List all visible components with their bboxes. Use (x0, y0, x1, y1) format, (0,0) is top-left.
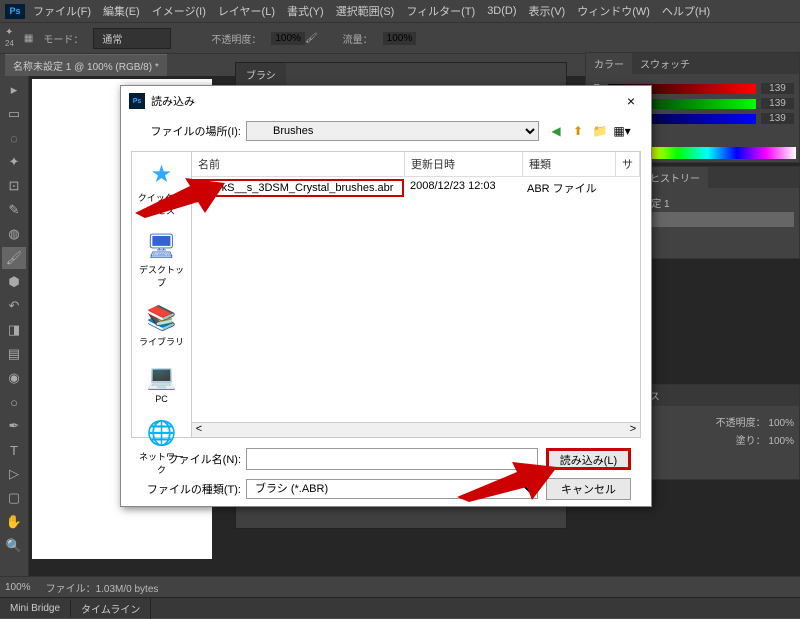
menu-bar: Ps ファイル(F) 編集(E) イメージ(I) レイヤー(L) 書式(Y) 選… (0, 0, 800, 22)
marquee-tool[interactable]: ▭ (2, 103, 26, 125)
dialog-title: 読み込み (151, 93, 195, 109)
menu-help[interactable]: ヘルプ(H) (662, 3, 710, 19)
hand-tool[interactable]: ✋ (2, 511, 26, 533)
load-button[interactable]: 読み込み(L) (546, 448, 631, 470)
zoom-tool[interactable]: 🔍 (2, 535, 26, 557)
r-value[interactable]: 139 (761, 83, 794, 94)
col-name[interactable]: 名前 (192, 152, 405, 176)
brush-preset-icon[interactable]: ✦24 (5, 27, 14, 49)
eyedropper-tool[interactable]: ✎ (2, 199, 26, 221)
view-menu-icon[interactable]: ▦▾ (613, 122, 631, 140)
opacity-label: 不透明度： (211, 31, 261, 46)
col-type[interactable]: 種類 (523, 152, 616, 176)
bottom-panel-tabs: Mini Bridge タイムライン (0, 597, 800, 618)
col-size[interactable]: サ (616, 152, 640, 176)
brush-icon[interactable]: 🖌 (305, 33, 318, 44)
annotation-arrow-1 (135, 178, 225, 218)
menu-image[interactable]: イメージ(I) (152, 3, 206, 19)
pen-tool[interactable]: ✒ (2, 415, 26, 437)
wand-tool[interactable]: ✦ (2, 151, 26, 173)
col-date[interactable]: 更新日時 (405, 152, 523, 176)
location-dropdown[interactable]: Brushes (246, 121, 539, 141)
history-brush-tool[interactable]: ↶ (2, 295, 26, 317)
file-date: 2008/12/23 12:03 (404, 179, 521, 197)
options-bar: ✦24 ▦ モード： 通常 不透明度： 100% 🖌 流量： 100% (0, 22, 800, 54)
menu-type[interactable]: 書式(Y) (287, 3, 324, 19)
network[interactable]: 🌐ネットワーク (135, 419, 188, 476)
layer-opacity-label: 不透明度： (716, 418, 766, 429)
horizontal-scrollbar[interactable]: < > (192, 422, 640, 437)
brush-tool[interactable]: 🖌 (2, 247, 26, 269)
close-button[interactable]: × (619, 90, 643, 112)
lasso-tool[interactable]: ◌ (2, 127, 26, 149)
mini-bridge-tab[interactable]: Mini Bridge (0, 600, 71, 617)
file-row[interactable]: ▫DarkS__s_3DSM_Crystal_brushes.abr 2008/… (192, 177, 640, 199)
filetype-label: ファイルの種類(T): (141, 481, 246, 497)
eraser-tool[interactable]: ◨ (2, 319, 26, 341)
load-dialog: Ps 読み込み × ファイルの場所(I): Brushes ◀ ⬆ 📁 ▦▾ ★… (120, 85, 652, 507)
swatches-tab[interactable]: スウォッチ (632, 53, 698, 74)
file-type: ABR ファイル (521, 179, 613, 197)
timeline-tab[interactable]: タイムライン (71, 598, 151, 619)
stamp-tool[interactable]: ⬢ (2, 271, 26, 293)
mode-label: モード： (43, 31, 83, 46)
shape-tool[interactable]: ▢ (2, 487, 26, 509)
dialog-app-icon: Ps (129, 93, 145, 109)
brush-panel-toggle[interactable]: ▦ (24, 33, 33, 44)
dialog-titlebar: Ps 読み込み × (121, 86, 651, 116)
flow-value[interactable]: 100% (383, 32, 417, 45)
menu-window[interactable]: ウィンドウ(W) (577, 3, 650, 19)
app-icon: Ps (5, 4, 25, 19)
layer-fill-label: 塗り： (736, 436, 766, 447)
up-icon[interactable]: ⬆ (569, 122, 587, 140)
gradient-tool[interactable]: ▤ (2, 343, 26, 365)
crop-tool[interactable]: ⊡ (2, 175, 26, 197)
annotation-arrow-2 (457, 462, 557, 502)
brush-panel-tab[interactable]: ブラシ (236, 63, 286, 86)
menu-layer[interactable]: レイヤー(L) (218, 3, 275, 19)
document-tab[interactable]: 名称未設定 1 @ 100% (RGB/8) * (5, 54, 167, 76)
filename-label: ファイル名(N): (141, 451, 246, 467)
pc[interactable]: 💻PC (135, 363, 188, 404)
back-icon[interactable]: ◀ (547, 122, 565, 140)
status-bar: 100% ファイル：1.03M/0 bytes (0, 576, 800, 597)
new-folder-icon[interactable]: 📁 (591, 122, 609, 140)
dialog-toolbar-icons: ◀ ⬆ 📁 ▦▾ (547, 122, 631, 140)
menu-3d[interactable]: 3D(D) (487, 5, 516, 17)
move-tool[interactable]: ▸ (2, 79, 26, 101)
mode-dropdown[interactable]: 通常 (93, 28, 171, 49)
dodge-tool[interactable]: ○ (2, 391, 26, 413)
flow-label: 流量： (343, 31, 373, 46)
menu-edit[interactable]: 編集(E) (103, 3, 140, 19)
cancel-button[interactable]: キャンセル (546, 478, 631, 500)
menu-filter[interactable]: フィルター(T) (406, 3, 475, 19)
b-value[interactable]: 139 (761, 113, 794, 124)
opacity-value[interactable]: 100% (271, 32, 305, 45)
path-tool[interactable]: ▷ (2, 463, 26, 485)
g-value[interactable]: 139 (761, 98, 794, 109)
zoom-level[interactable]: 100% (5, 582, 31, 593)
menu-select[interactable]: 選択範囲(S) (336, 3, 395, 19)
type-tool[interactable]: T (2, 439, 26, 461)
layer-opacity-val[interactable]: 100% (768, 418, 794, 429)
file-list: 名前 更新日時 種類 サ ▫DarkS__s_3DSM_Crystal_brus… (191, 152, 640, 437)
blur-tool[interactable]: ◉ (2, 367, 26, 389)
location-label: ファイルの場所(I): (141, 123, 246, 139)
layer-fill-val[interactable]: 100% (768, 436, 794, 447)
library[interactable]: 📚ライブラリ (135, 304, 188, 348)
tools-panel: ▸ ▭ ◌ ✦ ⊡ ✎ ◍ 🖌 ⬢ ↶ ◨ ▤ ◉ ○ ✒ T ▷ ▢ ✋ 🔍 (0, 76, 29, 576)
menu-view[interactable]: 表示(V) (529, 3, 566, 19)
file-size: ファイル：1.03M/0 bytes (46, 580, 159, 595)
heal-tool[interactable]: ◍ (2, 223, 26, 245)
color-tab[interactable]: カラー (586, 53, 632, 74)
desktop[interactable]: 🖥デスクトップ (135, 232, 188, 289)
menu-file[interactable]: ファイル(F) (33, 3, 91, 19)
